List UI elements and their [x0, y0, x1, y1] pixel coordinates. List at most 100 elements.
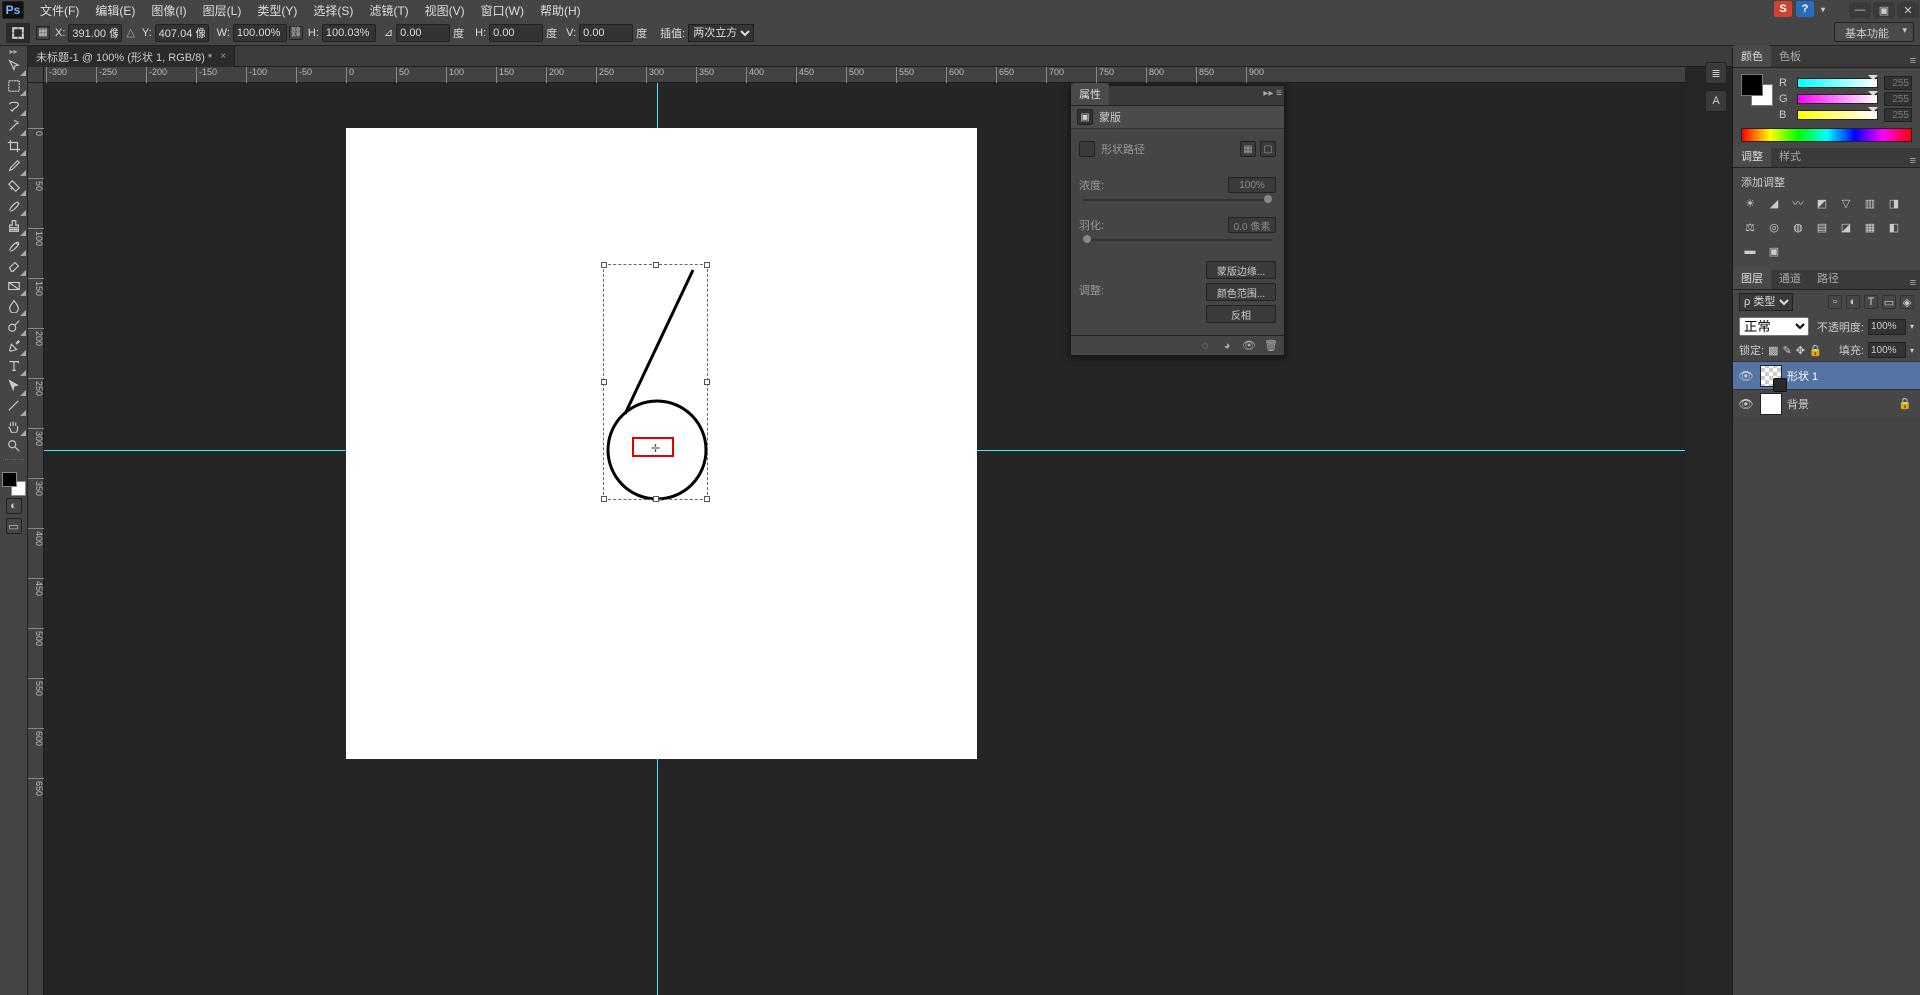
vector-mask-thumb[interactable]: [1773, 378, 1787, 392]
vector-mask-icon[interactable]: ▢: [1260, 141, 1276, 157]
channels-tab[interactable]: 通道: [1771, 267, 1809, 289]
feather-slider[interactable]: [1083, 239, 1272, 241]
layer-filter-kind[interactable]: ρ 类型: [1739, 293, 1793, 311]
properties-tab[interactable]: 属性: [1071, 83, 1109, 105]
adj-brightness-icon[interactable]: ☀: [1741, 194, 1759, 212]
lock-trans-icon[interactable]: ▩: [1768, 344, 1778, 357]
layer-item-background[interactable]: 👁 背景 🔒: [1733, 389, 1920, 417]
dock-character-icon[interactable]: A: [1705, 90, 1727, 112]
menu-layer[interactable]: 图层(L): [195, 0, 250, 21]
apply-mask-icon[interactable]: ◕: [1220, 339, 1234, 353]
color-tab[interactable]: 颜色: [1733, 45, 1771, 67]
shape-tool[interactable]: [2, 396, 26, 416]
adj-exposure-icon[interactable]: ◩: [1813, 194, 1831, 212]
skewv-input[interactable]: [579, 24, 633, 42]
lasso-tool[interactable]: [2, 96, 26, 116]
lock-all-icon[interactable]: 🔒: [1809, 344, 1823, 357]
stamp-tool[interactable]: [2, 216, 26, 236]
menu-type[interactable]: 类型(Y): [249, 0, 305, 21]
adj-invert-icon[interactable]: ◪: [1837, 218, 1855, 236]
r-input[interactable]: [1884, 76, 1912, 90]
y-input[interactable]: [155, 24, 209, 42]
type-tool[interactable]: [2, 356, 26, 376]
adj-levels-icon[interactable]: ◢: [1765, 194, 1783, 212]
adj-poster-icon[interactable]: ▦: [1861, 218, 1879, 236]
transform-handle-nw[interactable]: [601, 262, 607, 268]
layer-visibility-icon[interactable]: 👁: [1737, 369, 1755, 383]
close-icon[interactable]: ✕: [1897, 2, 1919, 18]
transform-handle-w[interactable]: [601, 379, 607, 385]
badge-s-icon[interactable]: S: [1774, 1, 1792, 17]
adj-lookup-icon[interactable]: ▤: [1813, 218, 1831, 236]
menu-edit[interactable]: 编辑(E): [87, 0, 143, 21]
menu-image[interactable]: 图像(I): [143, 0, 194, 21]
dodge-tool[interactable]: [2, 316, 26, 336]
mask-thumb-icon[interactable]: [1079, 141, 1095, 157]
r-slider[interactable]: [1797, 78, 1878, 88]
document-tab[interactable]: 未标题-1 @ 100% (形状 1, RGB/8) * ×: [28, 46, 235, 67]
path-select-tool[interactable]: [2, 376, 26, 396]
transform-handle-e[interactable]: [704, 379, 710, 385]
eraser-tool[interactable]: [2, 256, 26, 276]
filter-adjust-icon[interactable]: ◐: [1846, 295, 1860, 309]
color-panel-swatches[interactable]: [1741, 74, 1773, 106]
adj-gradmap-icon[interactable]: ▬: [1741, 242, 1759, 260]
transform-handle-s[interactable]: [653, 496, 659, 502]
h-input[interactable]: [322, 24, 376, 42]
zoom-tool[interactable]: [2, 436, 26, 456]
healing-tool[interactable]: [2, 176, 26, 196]
blend-mode-select[interactable]: 正常: [1739, 317, 1809, 336]
layer-name[interactable]: 背景: [1787, 396, 1809, 412]
dock-history-icon[interactable]: ≣: [1705, 62, 1727, 84]
transform-bounds[interactable]: ✛: [603, 264, 708, 500]
gradient-tool[interactable]: [2, 276, 26, 296]
skewh-input[interactable]: [489, 24, 543, 42]
layer-name[interactable]: 形状 1: [1787, 368, 1818, 384]
paths-tab[interactable]: 路径: [1809, 267, 1847, 289]
fill-input[interactable]: [1868, 342, 1906, 358]
layer-lock-icon[interactable]: 🔒: [1898, 397, 1912, 410]
toolbox-collapse-icon[interactable]: ▸▸: [0, 46, 27, 56]
angle-input[interactable]: [396, 24, 450, 42]
maximize-icon[interactable]: ▣: [1873, 2, 1895, 18]
history-brush-tool[interactable]: [2, 236, 26, 256]
x-input[interactable]: [68, 24, 122, 42]
adjust-panel-menu-icon[interactable]: ≡: [1910, 155, 1916, 167]
marquee-tool[interactable]: [2, 76, 26, 96]
g-slider[interactable]: [1797, 94, 1878, 104]
adj-photo-icon[interactable]: ◎: [1765, 218, 1783, 236]
layer-thumb[interactable]: [1760, 393, 1782, 415]
pen-tool[interactable]: [2, 336, 26, 356]
badge-dropdown-icon[interactable]: ▾: [1818, 1, 1828, 17]
b-slider[interactable]: [1797, 110, 1878, 120]
quick-mask-icon[interactable]: ◐: [6, 498, 22, 514]
menu-window[interactable]: 窗口(W): [473, 0, 532, 21]
g-input[interactable]: [1884, 92, 1912, 106]
transform-handle-se[interactable]: [704, 496, 710, 502]
invert-button[interactable]: 反相: [1206, 305, 1276, 323]
toggle-mask-icon[interactable]: 👁: [1242, 339, 1256, 353]
origin-grid-icon[interactable]: ▦: [36, 26, 50, 40]
brush-tool[interactable]: [2, 196, 26, 216]
layer-visibility-icon[interactable]: 👁: [1737, 397, 1755, 411]
filter-type-icon[interactable]: T: [1864, 295, 1878, 309]
color-range-button[interactable]: 颜色范围...: [1206, 283, 1276, 301]
move-tool[interactable]: [2, 56, 26, 76]
layer-item-shape1[interactable]: 👁 形状 1: [1733, 361, 1920, 389]
fill-dropdown-icon[interactable]: ▾: [1910, 346, 1914, 355]
adj-mixer-icon[interactable]: ◍: [1789, 218, 1807, 236]
pixel-mask-icon[interactable]: ▦: [1240, 141, 1256, 157]
mask-mode-icon[interactable]: ▣: [1077, 109, 1093, 125]
eyedropper-tool[interactable]: [2, 156, 26, 176]
adj-threshold-icon[interactable]: ◧: [1885, 218, 1903, 236]
badge-help-icon[interactable]: ?: [1796, 1, 1814, 17]
menu-select[interactable]: 选择(S): [305, 0, 361, 21]
crop-tool[interactable]: [2, 136, 26, 156]
menu-filter[interactable]: 滤镜(T): [361, 0, 416, 21]
canvas-viewport[interactable]: ✛: [44, 83, 1685, 995]
layers-tab[interactable]: 图层: [1733, 267, 1771, 289]
mask-edge-button[interactable]: 蒙版边缘...: [1206, 261, 1276, 279]
layers-panel-menu-icon[interactable]: ≡: [1910, 277, 1916, 289]
menu-view[interactable]: 视图(V): [417, 0, 473, 21]
workspace-switcher[interactable]: 基本功能: [1834, 22, 1914, 42]
